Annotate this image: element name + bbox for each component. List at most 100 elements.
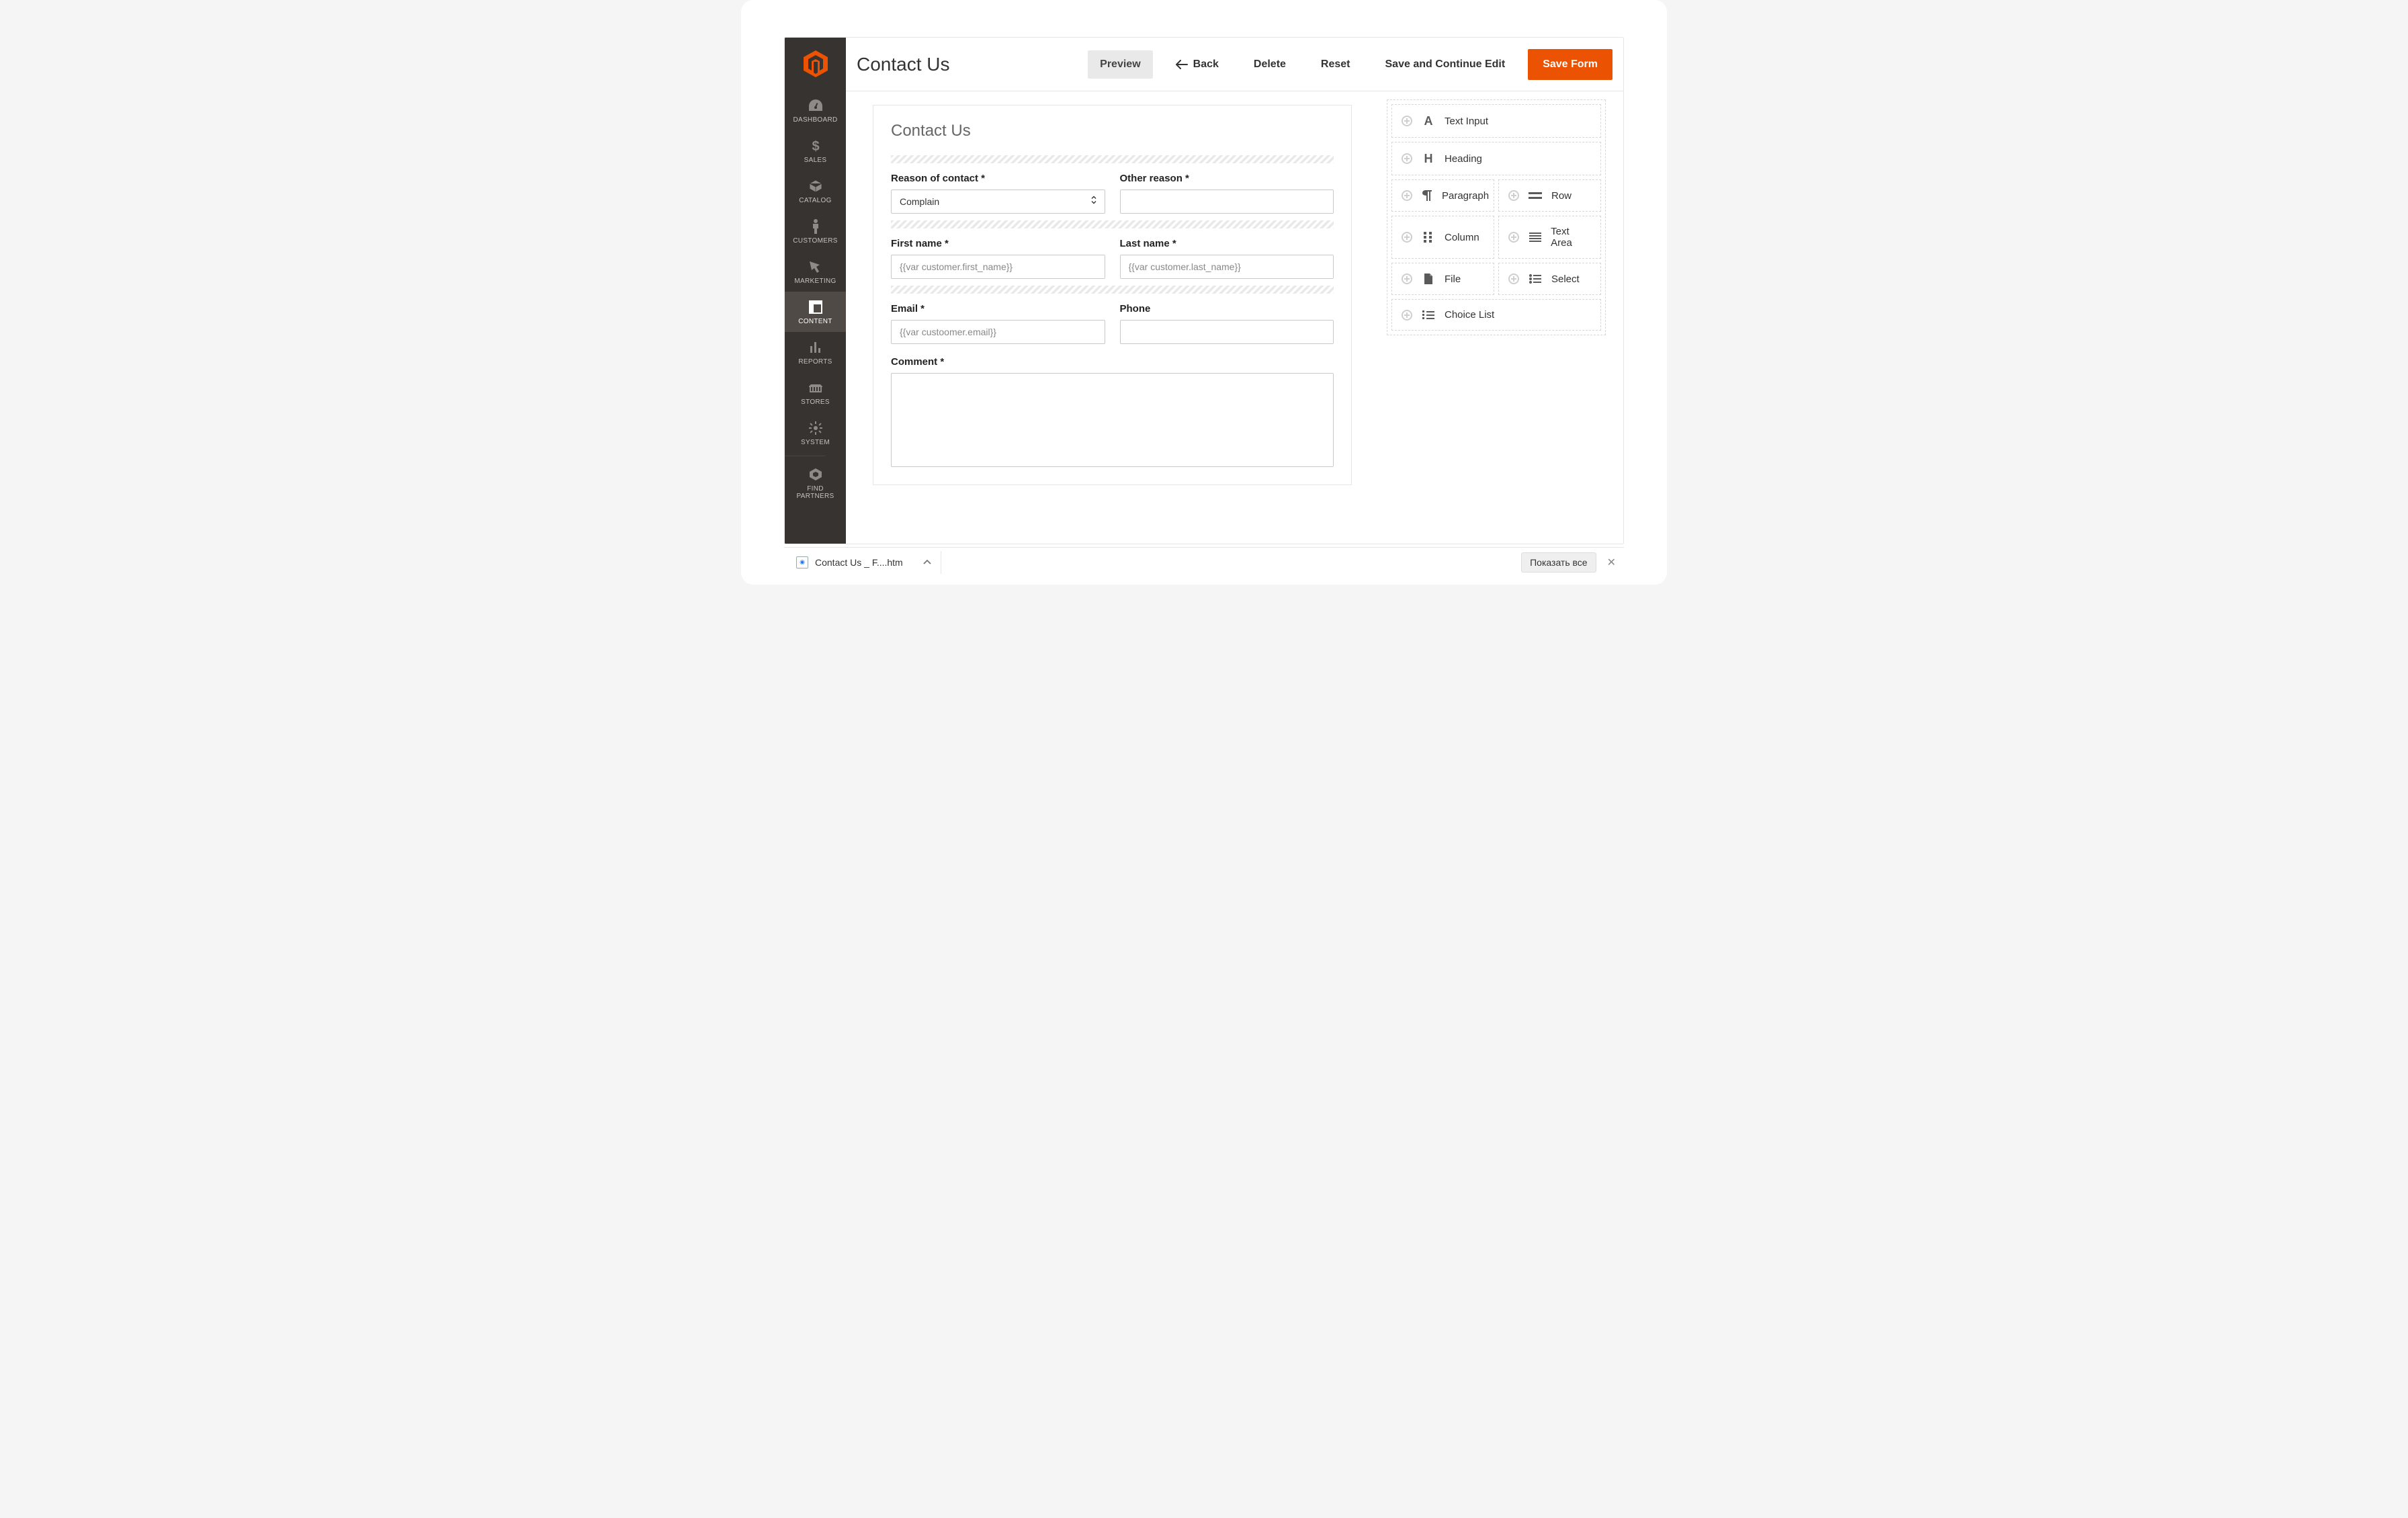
widget-column[interactable]: Column [1391,216,1494,259]
topbar-actions: Preview Back Delete Reset Save and Conti… [1088,49,1612,80]
widget-type-icon [1422,189,1432,202]
sidebar-icon [809,298,822,316]
sidebar-item-label: DASHBOARD [793,116,837,124]
plus-circle-icon [1508,273,1519,284]
other-reason-label: Other reason * [1120,173,1334,184]
sidebar-icon: $ [810,137,822,155]
sidebar-item-stores[interactable]: STORES [785,372,846,413]
reason-select[interactable]: Complain [891,189,1105,214]
sidebar-item-label: CONTENT [798,318,832,325]
widget-label: Text Area [1551,226,1591,249]
form-row-name: First name * Last name * [891,238,1334,279]
show-all-downloads-button[interactable]: Показать все [1521,552,1596,573]
widget-label: Column [1445,232,1479,243]
widget-heading[interactable]: HHeading [1391,142,1601,175]
divider-hatch [891,155,1334,163]
sidebar-item-marketing[interactable]: MARKETING [785,251,846,292]
sidebar-item-label: SALES [804,157,827,164]
topbar: Contact Us Preview Back Delete Reset Sav… [846,38,1623,91]
divider-hatch [891,220,1334,228]
plus-circle-icon [1402,190,1412,201]
widget-file[interactable]: File [1391,263,1494,295]
sidebar-item-sales[interactable]: $ SALES [785,130,846,171]
sidebar-icon [808,97,823,114]
sidebar-item-label: CATALOG [799,197,831,204]
comment-label: Comment * [891,356,1334,368]
phone-label: Phone [1120,303,1334,314]
widget-label: File [1445,273,1461,285]
sidebar-icon [811,218,820,235]
widget-type-icon [1422,273,1435,285]
plus-circle-icon [1402,232,1412,243]
first-name-input[interactable] [891,255,1105,279]
delete-button[interactable]: Delete [1242,50,1298,79]
form-row-reason: Reason of contact * Complain [891,173,1334,214]
svg-text:$: $ [812,139,819,153]
back-button[interactable]: Back [1164,50,1231,79]
page-title: Contact Us [857,54,950,75]
widget-label: Choice List [1445,309,1494,321]
sidebar-item-dashboard[interactable]: DASHBOARD [785,90,846,130]
widget-row[interactable]: Row [1498,179,1601,212]
other-reason-input[interactable] [1120,189,1334,214]
chevron-up-icon[interactable] [923,556,931,568]
sidebar-icon [809,419,822,437]
widget-text-input[interactable]: A Text Input [1391,104,1601,138]
sidebar-item-label: REPORTS [798,358,832,366]
main: Contact Us Reason of contact * Complain [846,91,1623,544]
widgets-grid: A Text Input HHeading Paragraph Row Column Tex… [1387,99,1606,335]
sidebar-item-find-partners[interactable]: FIND PARTNERS [785,459,846,507]
magento-logo[interactable] [785,38,846,90]
download-file-name: Contact Us _ F....htm [815,557,903,568]
sidebar-item-system[interactable]: SYSTEM [785,413,846,453]
sidebar-icon [809,339,822,356]
email-input[interactable] [891,320,1105,344]
widget-select[interactable]: Select [1498,263,1601,295]
sidebar-item-label: FIND PARTNERS [787,485,843,500]
file-type-icon: ◉ [796,556,808,568]
reason-label: Reason of contact * [891,173,1105,184]
widget-type-icon [1529,274,1542,284]
widget-label: Row [1551,190,1572,202]
close-icon[interactable]: ✕ [1607,556,1616,569]
form-title: Contact Us [891,122,1334,140]
save-form-button[interactable]: Save Form [1528,49,1612,80]
widget-type-icon [1529,233,1541,242]
sidebar-item-label: STORES [801,398,830,406]
widget-label: Paragraph [1442,190,1489,202]
sidebar-item-label: MARKETING [794,278,836,285]
download-item[interactable]: ◉ Contact Us _ F....htm [792,551,941,574]
downloads-bar: ◉ Contact Us _ F....htm Показать все ✕ [784,547,1624,577]
widget-type-icon: A [1422,114,1435,128]
widget-choice-list[interactable]: Choice List [1391,299,1601,331]
sidebar-item-content[interactable]: CONTENT [785,292,846,332]
plus-circle-icon [1402,310,1412,321]
widget-label: Select [1551,273,1580,285]
sidebar-item-reports[interactable]: REPORTS [785,332,846,372]
sidebar-icon [808,379,823,396]
sidebar-item-catalog[interactable]: CATALOG [785,171,846,211]
arrow-left-icon [1176,60,1188,69]
sidebar-icon [809,466,822,483]
preview-button[interactable]: Preview [1088,50,1152,79]
plus-circle-icon [1508,190,1519,201]
widget-type-icon [1422,310,1435,320]
comment-textarea[interactable] [891,373,1334,467]
phone-input[interactable] [1120,320,1334,344]
widget-label: Text Input [1445,116,1488,127]
reset-button[interactable]: Reset [1309,50,1363,79]
form-row-comment: Comment * [891,356,1334,467]
magento-hex-icon [804,50,828,77]
last-name-label: Last name * [1120,238,1334,249]
sidebar-item-customers[interactable]: CUSTOMERS [785,211,846,251]
widget-text-area[interactable]: Text Area [1498,216,1601,259]
email-label: Email * [891,303,1105,314]
svg-text:H: H [1424,152,1433,165]
widget-type-icon: H [1422,152,1435,165]
widget-paragraph[interactable]: Paragraph [1391,179,1494,212]
last-name-input[interactable] [1120,255,1334,279]
svg-text:A: A [1424,114,1433,128]
sidebar-item-label: CUSTOMERS [793,237,837,245]
save-continue-button[interactable]: Save and Continue Edit [1373,50,1518,79]
widget-type-icon [1422,231,1435,243]
